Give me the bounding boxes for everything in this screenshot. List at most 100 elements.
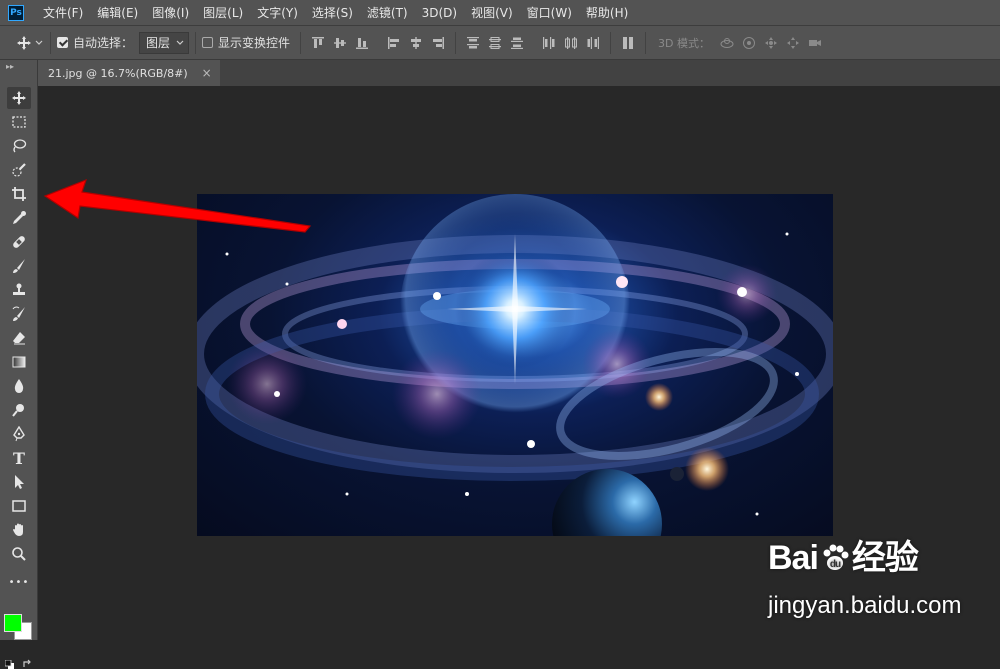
swap-colors-icon[interactable] [22,659,32,669]
more-tools-button[interactable]: ••• [7,571,31,593]
3d-camera-button[interactable] [804,32,826,54]
distribute-hcenter-button[interactable] [560,32,582,54]
history-brush-icon [12,306,25,321]
svg-text:du: du [830,559,841,570]
auto-align-layers-button[interactable] [617,32,639,54]
align-right-button[interactable] [427,32,449,54]
3d-mode-label: 3D 模式： [658,36,711,50]
pen-tool[interactable] [7,423,31,445]
close-icon[interactable]: × [202,66,212,80]
3d-slide-icon [787,36,800,49]
brush-icon [13,259,25,273]
gradient-tool[interactable] [7,351,31,373]
3d-orbit-icon [720,37,734,48]
distribute-top-icon [467,36,480,48]
blur-tool[interactable] [7,375,31,397]
foreground-color-swatch[interactable] [4,614,22,632]
align-bottom-button[interactable] [351,32,373,54]
show-transform-checkbox[interactable] [202,37,214,48]
hand-tool[interactable] [7,519,31,541]
zoom-tool[interactable] [7,543,31,565]
align-hcenter-button[interactable] [405,32,427,54]
auto-select-value: 图层 [146,36,171,50]
menu-type[interactable]: 文字(Y) [250,4,305,21]
distribute-hcenter-icon [565,36,578,49]
divider [455,31,457,54]
document-image[interactable] [197,194,833,536]
quick-select-tool[interactable] [7,159,31,181]
magnifier-icon [12,547,26,561]
align-top-icon [312,36,325,48]
menu-edit[interactable]: 编辑(E) [90,4,145,21]
auto-select-checkbox[interactable] [57,37,68,48]
menu-3d[interactable]: 3D(D) [415,6,464,20]
quick-select-icon [12,163,26,177]
collapse-panel-icon[interactable]: ▸▸ [6,62,14,71]
menu-view[interactable]: 视图(V) [464,4,520,21]
auto-align-icon [623,36,634,49]
eraser-tool[interactable] [7,327,31,349]
move-tool[interactable] [7,87,31,109]
distribute-top-button[interactable] [462,32,484,54]
align-vcenter-button[interactable] [329,32,351,54]
divider [610,31,612,54]
3d-drag-button[interactable] [760,32,782,54]
type-tool[interactable]: T [7,447,31,469]
healing-brush-tool[interactable] [7,231,31,253]
menu-select[interactable]: 选择(S) [305,4,360,21]
marquee-tool[interactable] [7,111,31,133]
document-tab-bar: 21.jpg @ 16.7%(RGB/8#) × [38,60,1000,86]
align-left-icon [388,36,400,49]
dodge-icon [12,404,24,417]
default-colors-icon[interactable] [5,660,14,669]
ellipsis-icon: ••• [8,576,30,588]
gradient-icon [12,356,26,368]
menu-image[interactable]: 图像(I) [145,4,196,21]
menu-help[interactable]: 帮助(H) [579,4,635,21]
crop-icon [12,187,26,201]
tool-panel: ▸▸ T ••• [0,60,38,669]
crop-tool[interactable] [7,183,31,205]
water-drop-icon [14,379,24,393]
distribute-vcenter-icon [489,36,502,49]
move-tool-preset-button[interactable] [14,32,44,54]
galaxy-artwork [197,194,833,536]
photoshop-logo-icon: Ps [8,4,24,21]
chevron-down-icon [35,40,42,45]
3d-orbit-button[interactable] [716,32,738,54]
rectangle-tool[interactable] [7,495,31,517]
document-tab-title: 21.jpg @ 16.7%(RGB/8#) [48,66,188,80]
menu-file[interactable]: 文件(F) [36,4,90,21]
rectangle-icon [12,500,26,512]
stamp-tool[interactable] [7,279,31,301]
clone-stamp-icon [13,283,25,295]
move-icon [12,91,26,105]
align-left-button[interactable] [383,32,405,54]
document-tab[interactable]: 21.jpg @ 16.7%(RGB/8#) × [38,60,220,86]
distribute-left-button[interactable] [538,32,560,54]
eraser-icon [13,332,25,345]
3d-slide-button[interactable] [782,32,804,54]
3d-roll-button[interactable] [738,32,760,54]
dodge-tool[interactable] [7,399,31,421]
lasso-tool[interactable] [7,135,31,157]
eyedropper-tool[interactable] [7,207,31,229]
distribute-right-icon [587,36,600,49]
menu-layer[interactable]: 图层(L) [196,4,250,21]
baidu-logo: Bai du 经验 [768,530,919,579]
align-top-button[interactable] [307,32,329,54]
menu-window[interactable]: 窗口(W) [520,4,579,21]
menu-filter[interactable]: 滤镜(T) [360,4,415,21]
baidu-logo-suffix: 经验 [851,539,919,577]
distribute-right-button[interactable] [582,32,604,54]
paw-icon: du [820,543,850,573]
path-select-tool[interactable] [7,471,31,493]
distribute-vcenter-button[interactable] [484,32,506,54]
divider [195,31,197,54]
distribute-bottom-button[interactable] [506,32,528,54]
chevron-down-icon [176,40,184,45]
history-brush-tool[interactable] [7,303,31,325]
auto-select-dropdown[interactable]: 图层 [139,31,190,54]
path-select-arrow-icon [15,475,24,489]
brush-tool[interactable] [7,255,31,277]
